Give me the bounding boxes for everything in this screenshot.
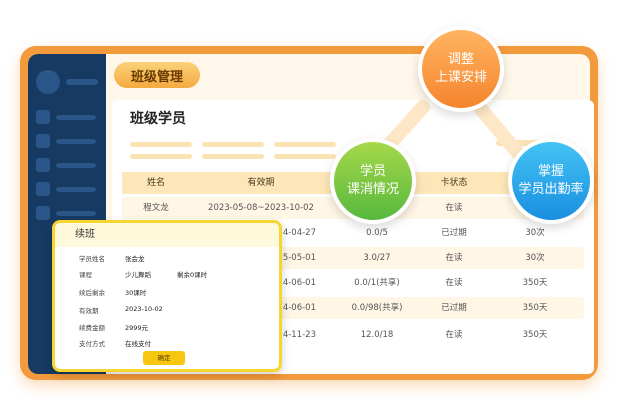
field-label-amount: 续费金额	[79, 324, 105, 332]
cell-usage: 0.0/98(共享)	[351, 303, 403, 313]
feature-bubble-attendance: 掌握 学员出勤率	[508, 138, 594, 224]
feature-bubble-consumption: 学员 课消情况	[330, 138, 416, 224]
sidebar-item-label	[56, 139, 96, 144]
filter-field-5[interactable]	[274, 142, 336, 147]
cell-name: 程文龙	[143, 203, 169, 213]
field-label-payment-method: 支付方式	[79, 340, 105, 348]
cell-quota: 30次	[525, 228, 545, 238]
sidebar-item-1[interactable]	[36, 110, 98, 124]
cell-quota: 350天	[522, 330, 548, 340]
filter-field-6[interactable]	[274, 154, 336, 159]
column-header-name: 姓名	[146, 178, 165, 188]
cell-quota: 350天	[522, 278, 548, 288]
dialog-title: 续班	[55, 223, 279, 247]
page-title: 班级管理	[114, 62, 200, 88]
cell-status: 在读	[445, 253, 463, 263]
field-label-course: 课程	[79, 271, 92, 279]
avatar[interactable]	[36, 70, 60, 94]
sidebar-item-label	[56, 187, 96, 192]
sidebar-item-4[interactable]	[36, 182, 98, 196]
sidebar-item-label	[56, 211, 96, 216]
cell-validity: 2023-05-08~2023-10-02	[208, 203, 314, 213]
field-label-after-renewal: 续后剩余	[79, 289, 105, 297]
field-value-amount[interactable]: 2999元	[125, 322, 148, 332]
filter-field-2[interactable]	[130, 154, 192, 159]
column-header-validity: 有效期	[247, 178, 275, 188]
bubble-line: 学员	[359, 164, 386, 180]
cell-status: 已过期	[441, 303, 467, 313]
screenshot-stage: 班级管理 班级学员 姓名 有效期 卡状态 程文龙 2023-05-08~2023…	[0, 0, 626, 403]
cell-usage: 3.0/27	[363, 253, 391, 263]
field-remaining: 剩余0课时	[177, 271, 208, 279]
sidebar-item-5[interactable]	[36, 206, 98, 220]
column-header-card-status: 卡状态	[440, 178, 468, 188]
cell-status: 在读	[445, 203, 463, 213]
cell-usage: 0.0/5	[366, 228, 388, 238]
confirm-button[interactable]: 确定	[143, 351, 185, 365]
cell-quota: 30次	[525, 253, 545, 263]
field-value-payment-method[interactable]: 在线支付	[125, 338, 151, 348]
filter-field-1[interactable]	[130, 142, 192, 147]
field-label-student-name: 学员姓名	[79, 255, 105, 263]
cell-status: 已过期	[441, 228, 467, 238]
cell-usage: 12.0/18	[360, 330, 394, 340]
bubble-line: 学员出勤率	[518, 182, 584, 197]
user-name-placeholder	[66, 79, 98, 85]
menu-icon	[36, 134, 50, 148]
field-value-student-name: 张会龙	[125, 255, 145, 263]
sidebar-item-2[interactable]	[36, 134, 98, 148]
field-label-validity: 有效期	[79, 307, 99, 315]
bubble-line: 课消情况	[346, 182, 399, 197]
bubble-line: 上课安排	[434, 70, 487, 85]
field-value-after-renewal[interactable]: 30课时	[125, 287, 146, 297]
menu-icon	[36, 182, 50, 196]
filter-field-4[interactable]	[202, 154, 264, 159]
field-value-course[interactable]: 少儿舞蹈	[125, 269, 151, 279]
sidebar-item-label	[56, 163, 96, 168]
cell-usage: 0.0/1(共享)	[354, 278, 400, 288]
cell-status: 在读	[445, 330, 463, 340]
feature-bubble-schedule: 调整 上课安排	[418, 26, 504, 112]
renewal-dialog: 续班 学员姓名 张会龙 课程 少儿舞蹈 剩余0课时 续后剩余 30课时 有效期 …	[52, 220, 282, 372]
field-value-validity[interactable]: 2023-10-02	[125, 305, 163, 313]
card-title: 班级学员	[130, 111, 186, 127]
filter-field-3[interactable]	[202, 142, 264, 147]
menu-icon	[36, 158, 50, 172]
sidebar-item-3[interactable]	[36, 158, 98, 172]
bubble-line: 调整	[447, 52, 474, 68]
sidebar-item-label	[56, 115, 96, 120]
menu-icon	[36, 206, 50, 220]
menu-icon	[36, 110, 50, 124]
cell-quota: 350天	[522, 303, 548, 313]
bubble-line: 掌握	[537, 164, 564, 180]
cell-status: 在读	[445, 278, 463, 288]
